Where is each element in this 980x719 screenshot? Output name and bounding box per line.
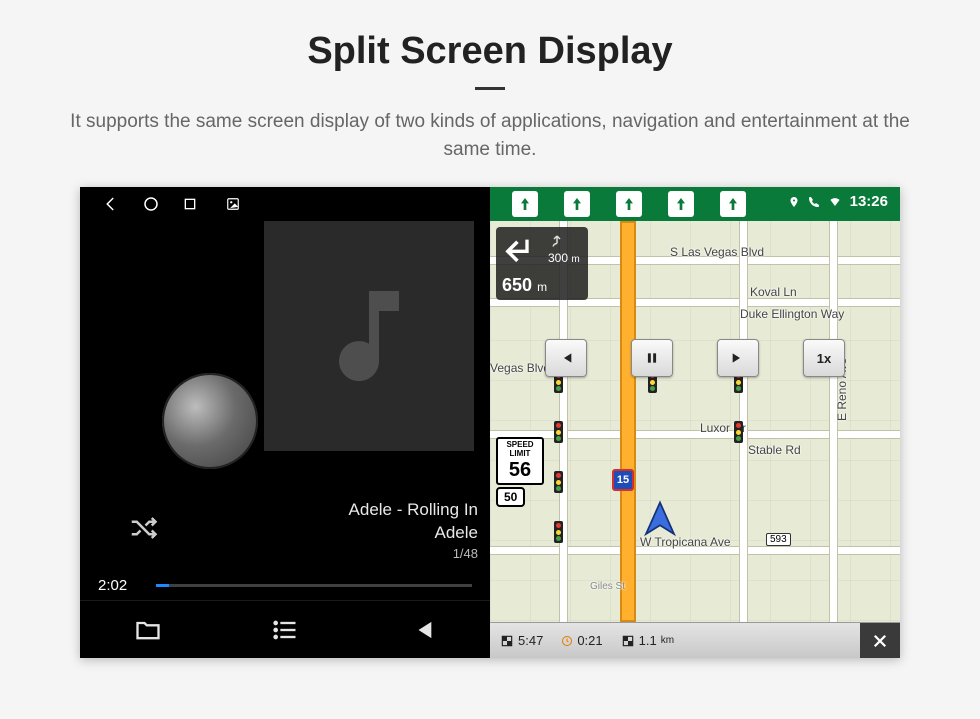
device-frame: 13:26 Adele - Rolling In Adele 1/48 2:02	[80, 187, 900, 658]
back-icon[interactable]	[102, 195, 120, 213]
next-turn-distance: 300	[548, 251, 568, 265]
song-artist: Adele	[349, 522, 478, 545]
nav-close-button[interactable]	[860, 623, 900, 659]
speed-limit-label: SPEED LIMIT	[498, 441, 542, 459]
recents-icon[interactable]	[182, 196, 198, 212]
street-label: Vegas Blvd	[490, 361, 550, 375]
track-index: 1/48	[349, 545, 478, 563]
song-metadata: Adele - Rolling In Adele 1/48	[349, 499, 478, 562]
nav-prev-button[interactable]	[545, 339, 587, 377]
exit-badge: 593	[766, 533, 791, 546]
turn-card: 300 m 650 m	[496, 227, 588, 300]
shuffle-icon[interactable]	[126, 513, 160, 548]
disc-icon[interactable]	[162, 373, 258, 469]
total-turn-unit: m	[537, 280, 547, 294]
picture-icon[interactable]	[226, 197, 240, 211]
progress-bar[interactable]	[156, 584, 472, 587]
street-label: Duke Ellington Way	[740, 307, 844, 321]
statusbar: 13:26	[80, 187, 900, 221]
status-time: 13:26	[850, 193, 888, 210]
speed-limit-sign: SPEED LIMIT 56	[496, 437, 544, 485]
next-turn-unit: m	[571, 254, 579, 265]
nav-pause-button[interactable]	[631, 339, 673, 377]
nav-panel: S Las Vegas Blvd Koval Ln Duke Ellington…	[490, 187, 900, 658]
street-label: Stable Rd	[748, 443, 801, 457]
wifi-icon	[828, 196, 842, 208]
album-art	[264, 221, 474, 451]
map-canvas[interactable]: S Las Vegas Blvd Koval Ln Duke Ellington…	[490, 221, 900, 622]
home-icon[interactable]	[142, 195, 160, 213]
eta: 5:47	[500, 633, 543, 648]
folder-button[interactable]	[80, 601, 217, 658]
nav-speed-button[interactable]: 1x	[803, 339, 845, 377]
page-title: Split Screen Display	[307, 30, 672, 73]
nav-media-controls: 1x	[545, 339, 845, 377]
elapsed-time: 2:02	[98, 577, 142, 594]
route-shield: 50	[496, 487, 525, 507]
street-label: Koval Ln	[750, 285, 797, 299]
previous-track-button[interactable]	[353, 601, 490, 658]
highway	[620, 221, 636, 622]
navigation-cursor-icon	[639, 499, 681, 546]
phone-icon	[808, 196, 820, 208]
remaining-time: 0:21	[561, 633, 602, 648]
page-subtitle: It supports the same screen display of t…	[50, 108, 930, 163]
location-icon	[788, 196, 800, 208]
music-panel: Adele - Rolling In Adele 1/48 2:02	[80, 187, 490, 658]
street-label: Giles St	[590, 581, 625, 592]
playlist-button[interactable]	[217, 601, 354, 658]
total-turn-distance: 650	[502, 275, 532, 295]
title-underline	[475, 87, 505, 90]
nav-next-button[interactable]	[717, 339, 759, 377]
song-title: Adele - Rolling In	[349, 499, 478, 522]
speed-limit-value: 56	[498, 459, 542, 481]
lane-guidance	[490, 191, 746, 217]
nav-bottombar: 5:47 0:21 1.1 km	[490, 622, 900, 658]
highway-shield: 15	[612, 469, 634, 491]
street-label: S Las Vegas Blvd	[670, 245, 764, 259]
remaining-distance: 1.1 km	[621, 633, 674, 648]
